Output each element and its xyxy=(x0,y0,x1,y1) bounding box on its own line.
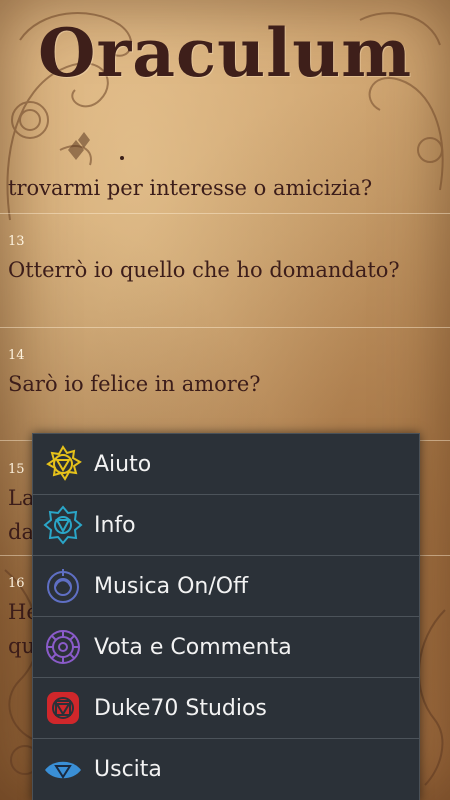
menu-item-label: Info xyxy=(94,512,136,538)
menu-item-label: Duke70 Studios xyxy=(94,695,267,721)
question-text-line[interactable]: da xyxy=(8,520,34,544)
menu-item-uscita[interactable]: Uscita xyxy=(33,739,419,800)
solar-plexus-chakra-icon xyxy=(46,445,82,481)
menu-item-label: Musica On/Off xyxy=(94,573,249,599)
crown-chakra-icon xyxy=(46,630,80,664)
question-number: 13 xyxy=(8,234,25,249)
eye-icon xyxy=(45,761,81,779)
question-partial-text[interactable]: trovarmi per interesse o amicizia? xyxy=(8,176,372,200)
question-number: 16 xyxy=(8,576,25,591)
question-text-line[interactable]: La xyxy=(8,486,34,510)
menu-item-label: Vota e Commenta xyxy=(94,634,292,660)
menu-item-info[interactable]: Info xyxy=(33,495,419,556)
question-number: 14 xyxy=(8,348,25,363)
menu-item-label: Uscita xyxy=(94,757,162,782)
menu-item-vota[interactable]: Vota e Commenta xyxy=(33,617,419,678)
list-divider xyxy=(0,213,450,214)
question-text[interactable]: Sarò io felice in amore? xyxy=(8,372,261,396)
app-title: Oraculum xyxy=(37,14,413,92)
menu-item-duke70[interactable]: Duke70 Studios xyxy=(33,678,419,739)
menu-item-aiuto[interactable]: Aiuto xyxy=(33,434,419,495)
root-chakra-icon xyxy=(47,692,79,724)
options-menu: Aiuto Info Musica On/Off Vota e Commenta… xyxy=(32,433,420,800)
question-number: 15 xyxy=(8,462,25,477)
third-eye-chakra-icon xyxy=(47,569,79,603)
question-text-line[interactable]: qu xyxy=(8,634,35,658)
ornament-dot xyxy=(120,156,124,160)
menu-item-label: Aiuto xyxy=(94,451,152,477)
menu-item-musica[interactable]: Musica On/Off xyxy=(33,556,419,617)
question-text[interactable]: Otterrò io quello che ho domandato? xyxy=(8,258,400,282)
app-screen: Oraculum trovarmi per interesse o amiciz… xyxy=(0,0,450,800)
throat-chakra-icon xyxy=(43,505,83,545)
list-divider xyxy=(0,327,450,328)
